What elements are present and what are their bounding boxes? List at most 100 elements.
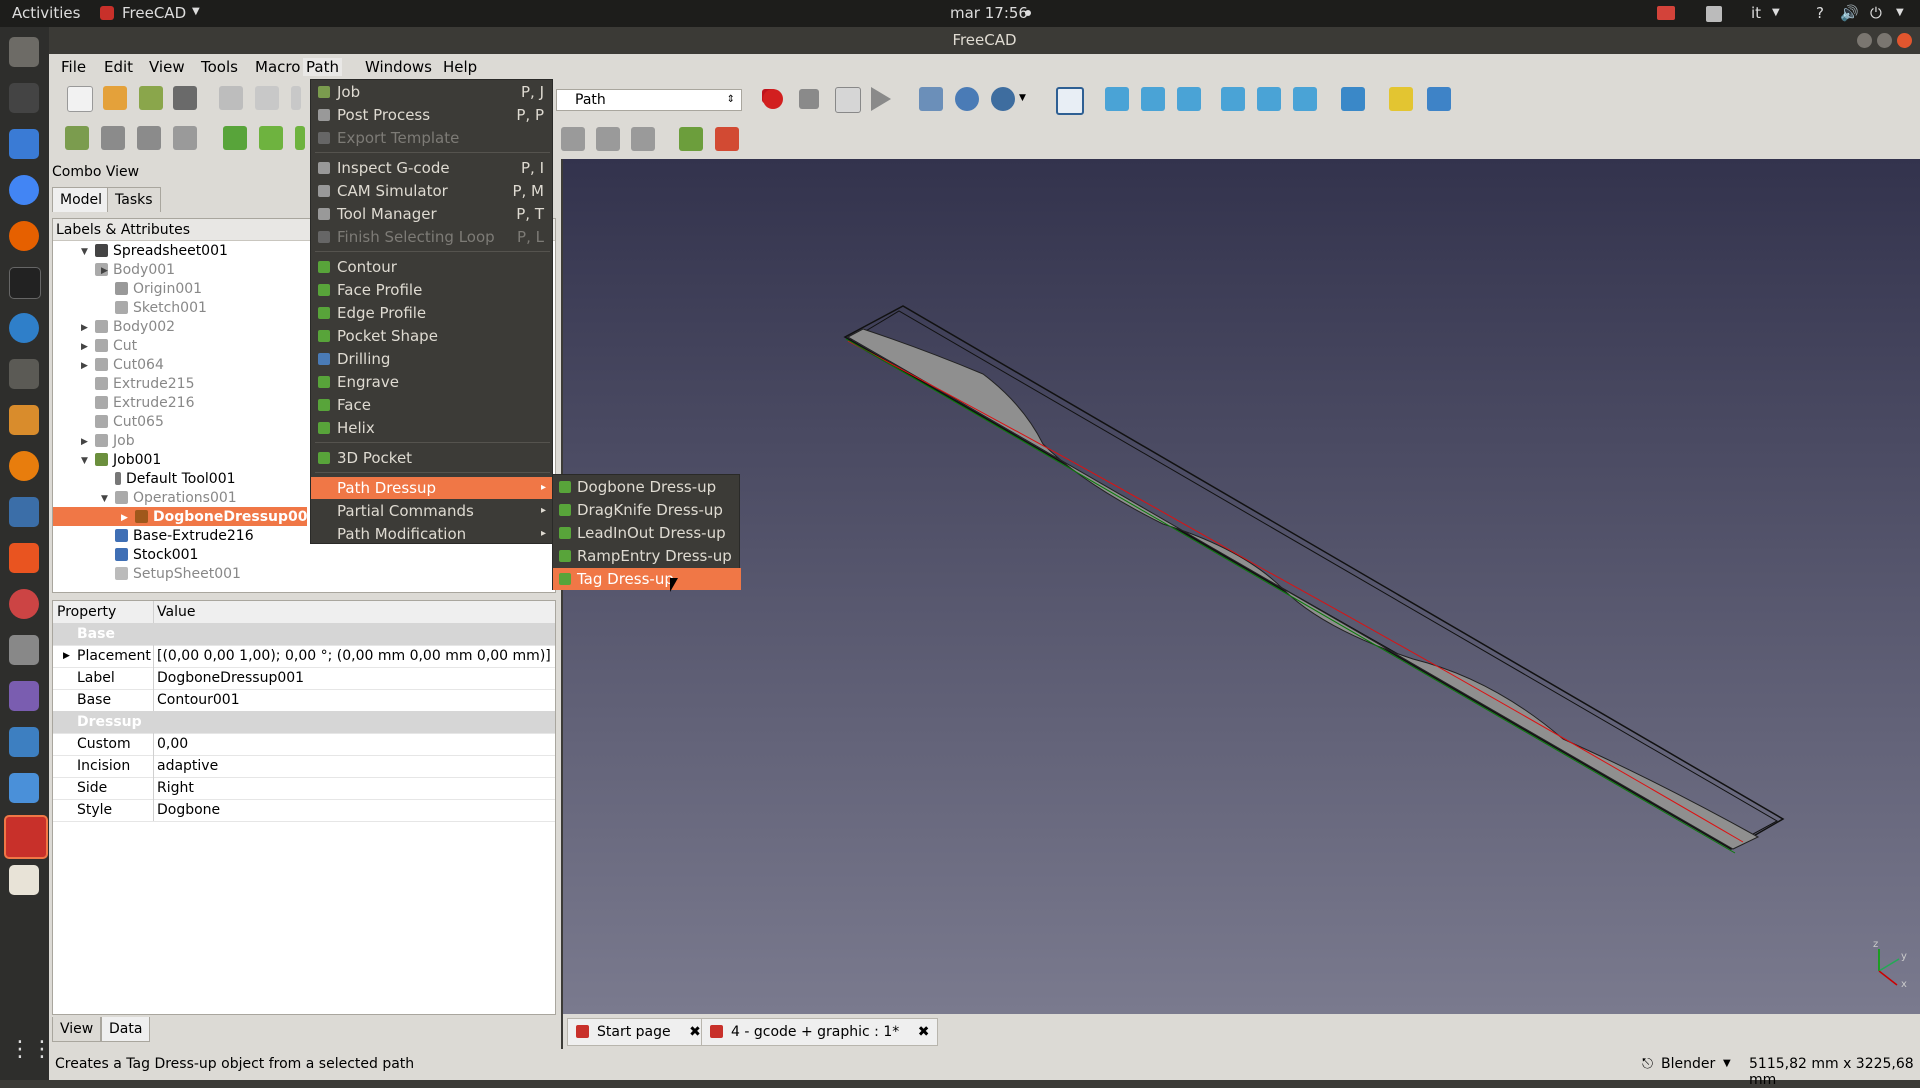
doc-tab-gcode-graphic[interactable]: 4 - gcode + graphic : 1* ✖ bbox=[701, 1018, 939, 1046]
menu-item-post-process[interactable]: Post Process P, P bbox=[311, 104, 554, 126]
cut-icon[interactable] bbox=[219, 86, 243, 110]
expand-arrow-icon[interactable]: ▶ bbox=[121, 513, 128, 523]
tree-item-dogbonedressup001[interactable]: DogboneDressup001 bbox=[135, 508, 317, 527]
new-document-icon[interactable] bbox=[67, 86, 93, 112]
property-row-custom[interactable]: Custom 0,00 bbox=[53, 733, 555, 756]
expand-arrow-icon[interactable]: ▶ bbox=[101, 266, 108, 276]
menu-item-tag-dressup[interactable]: Tag Dress-up bbox=[553, 568, 741, 590]
tree-item-job[interactable]: Job bbox=[95, 432, 135, 451]
tool-library-icon[interactable] bbox=[679, 127, 703, 151]
create-group-icon[interactable] bbox=[1427, 87, 1451, 111]
collapse-arrow-icon[interactable]: ▼ bbox=[81, 247, 88, 257]
expand-arrow-icon[interactable]: ▶ bbox=[81, 361, 88, 371]
fit-selection-icon[interactable] bbox=[955, 87, 979, 111]
text-editor-icon[interactable] bbox=[9, 865, 39, 895]
menu-item-dragknife-dressup[interactable]: DragKnife Dress-up bbox=[553, 499, 741, 521]
tree-item-operations001[interactable]: Operations001 bbox=[115, 489, 237, 508]
left-view-icon[interactable] bbox=[1293, 87, 1317, 111]
top-view-icon[interactable] bbox=[1141, 87, 1165, 111]
collapse-arrow-icon[interactable]: ▼ bbox=[101, 494, 108, 504]
virtualbox-icon[interactable] bbox=[9, 773, 39, 803]
menu-item-partial-commands[interactable]: Partial Commands ▸ bbox=[311, 500, 554, 522]
thunderbird-icon[interactable] bbox=[9, 313, 39, 343]
volume-icon[interactable]: 🔊 bbox=[1840, 4, 1859, 22]
profile-tool-icon[interactable] bbox=[259, 126, 283, 150]
rear-view-icon[interactable] bbox=[1221, 87, 1245, 111]
chromium-icon[interactable] bbox=[9, 175, 39, 205]
librecad-icon[interactable] bbox=[9, 405, 39, 435]
close-tab-icon[interactable]: ✖ bbox=[689, 1024, 701, 1040]
menu-edit[interactable]: Edit bbox=[104, 58, 133, 76]
clipboard-icon[interactable] bbox=[1706, 6, 1722, 22]
menu-item-drilling[interactable]: Drilling bbox=[311, 348, 554, 370]
tree-item-body002[interactable]: Body002 bbox=[95, 318, 175, 337]
maximize-button[interactable] bbox=[1877, 33, 1892, 48]
menu-item-pocket-shape[interactable]: Pocket Shape bbox=[311, 325, 554, 347]
screen-record-icon[interactable] bbox=[1657, 6, 1675, 20]
tree-item-stock001[interactable]: Stock001 bbox=[115, 546, 198, 565]
menu-item-face-profile[interactable]: Face Profile bbox=[311, 279, 554, 301]
pocket-tool-icon[interactable] bbox=[295, 126, 305, 150]
firefox-icon[interactable] bbox=[9, 221, 39, 251]
save-document-icon[interactable] bbox=[139, 86, 163, 110]
menu-item-inspect-gcode[interactable]: Inspect G-code P, I bbox=[311, 157, 554, 179]
tree-item-sketch001[interactable]: Sketch001 bbox=[115, 299, 207, 318]
files-icon[interactable] bbox=[9, 37, 39, 67]
stop-macro-icon[interactable] bbox=[799, 89, 819, 109]
tree-item-job001[interactable]: Job001 bbox=[95, 451, 161, 470]
camera-icon[interactable] bbox=[9, 635, 39, 665]
tab-tasks[interactable]: Tasks bbox=[107, 187, 161, 212]
draw-style-chevron-icon[interactable]: ▼ bbox=[1019, 93, 1029, 103]
tab-data[interactable]: Data bbox=[101, 1017, 151, 1042]
contour-tool-icon[interactable] bbox=[223, 126, 247, 150]
property-row-placement[interactable]: ▶ Placement [(0,00 0,00 1,00); 0,00 °; (… bbox=[53, 645, 555, 668]
menu-macro[interactable]: Macro bbox=[255, 58, 300, 76]
fit-all-icon[interactable] bbox=[919, 87, 943, 111]
tree-item-extrude215[interactable]: Extrude215 bbox=[95, 375, 194, 394]
menu-item-face[interactable]: Face bbox=[311, 394, 554, 416]
bottom-view-icon[interactable] bbox=[1257, 87, 1281, 111]
minimize-button[interactable] bbox=[1857, 33, 1872, 48]
expand-arrow-icon[interactable]: ▶ bbox=[81, 342, 88, 352]
simulator-icon[interactable] bbox=[173, 126, 197, 150]
menu-path[interactable]: Path bbox=[303, 58, 342, 76]
tree-item-origin001[interactable]: Origin001 bbox=[115, 280, 202, 299]
sanity-check-icon[interactable] bbox=[715, 127, 739, 151]
expand-arrow-icon[interactable]: ▶ bbox=[81, 323, 88, 333]
property-row-style[interactable]: Style Dogbone bbox=[53, 799, 555, 822]
tree-item-setupsheet001[interactable]: SetupSheet001 bbox=[115, 565, 241, 584]
menu-item-path-dressup[interactable]: Path Dressup ▸ bbox=[311, 477, 554, 499]
draw-style-icon[interactable] bbox=[991, 87, 1015, 111]
inspect-gcode-icon[interactable] bbox=[137, 126, 161, 150]
property-row-incision[interactable]: Incision adaptive bbox=[53, 755, 555, 778]
navigation-style-selector[interactable]: Blender bbox=[1661, 1056, 1715, 1072]
menu-file[interactable]: File bbox=[61, 58, 86, 76]
tree-item-cut065[interactable]: Cut065 bbox=[95, 413, 164, 432]
property-group-base[interactable]: Base bbox=[53, 623, 555, 646]
menu-item-helix[interactable]: Helix bbox=[311, 417, 554, 439]
array-icon[interactable] bbox=[596, 127, 620, 151]
cura-icon[interactable] bbox=[9, 727, 39, 757]
isometric-view-icon[interactable] bbox=[1056, 87, 1084, 115]
menu-item-engrave[interactable]: Engrave bbox=[311, 371, 554, 393]
menu-item-cam-simulator[interactable]: CAM Simulator P, M bbox=[311, 180, 554, 202]
run-macro-icon[interactable] bbox=[871, 87, 891, 111]
menu-item-leadinout-dressup[interactable]: LeadInOut Dress-up bbox=[553, 522, 741, 544]
menu-item-job[interactable]: Job P, J bbox=[311, 81, 554, 103]
print-icon[interactable] bbox=[173, 86, 197, 110]
menu-windows[interactable]: Windows bbox=[365, 58, 432, 76]
close-button[interactable] bbox=[1897, 33, 1912, 48]
settings-icon[interactable] bbox=[9, 589, 39, 619]
tab-model[interactable]: Model bbox=[52, 187, 111, 212]
path-job-icon[interactable] bbox=[65, 126, 89, 150]
edit-macro-icon[interactable] bbox=[835, 87, 861, 113]
menu-tools[interactable]: Tools bbox=[201, 58, 238, 76]
create-part-icon[interactable] bbox=[1389, 87, 1413, 111]
menu-view[interactable]: View bbox=[149, 58, 185, 76]
power-icon[interactable]: ⏻ bbox=[1870, 4, 1882, 22]
help-icon[interactable]: ? bbox=[1816, 4, 1824, 22]
expand-arrow-icon[interactable]: ▶ bbox=[63, 645, 70, 667]
menu-help[interactable]: Help bbox=[443, 58, 477, 76]
tree-item-extrude216[interactable]: Extrude216 bbox=[95, 394, 194, 413]
simple-copy-icon[interactable] bbox=[631, 127, 655, 151]
